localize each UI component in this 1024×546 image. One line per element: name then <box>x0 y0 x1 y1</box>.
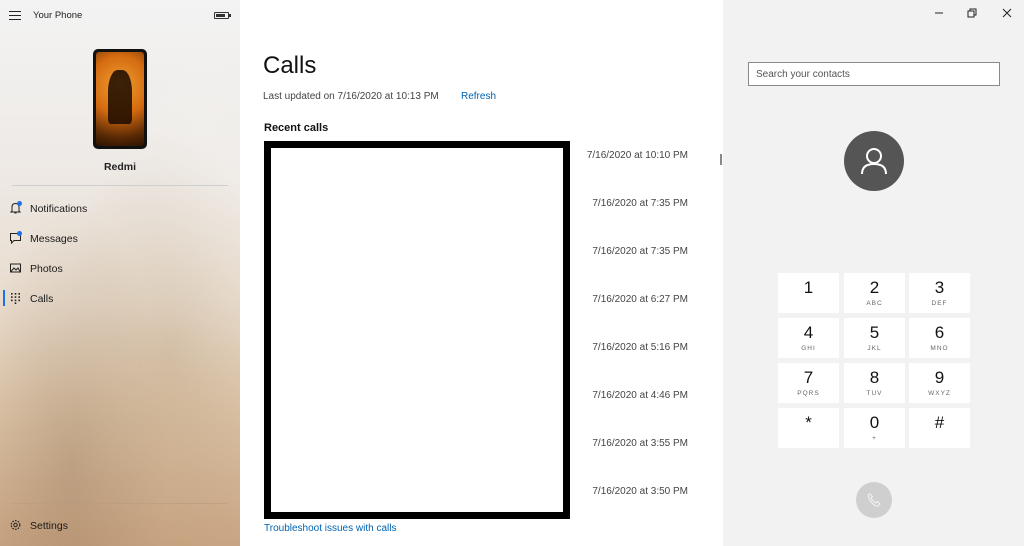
sidebar-item-label: Messages <box>30 233 78 245</box>
sidebar-item-calls[interactable]: Calls <box>0 285 240 311</box>
recent-calls-heading: Recent calls <box>264 122 329 134</box>
dialer-pane: 1 2ABC 3DEF 4GHI 5JKL 6MNO 7PQRS 8TUV 9W… <box>723 0 1024 546</box>
minimize-icon[interactable] <box>928 4 950 22</box>
app-title: Your Phone <box>33 10 83 21</box>
call-time[interactable]: 7/16/2020 at 5:16 PM <box>548 342 688 353</box>
calls-pane: Calls Last updated on 7/16/2020 at 10:13… <box>240 0 723 546</box>
image-icon <box>10 263 21 273</box>
call-time[interactable]: 7/16/2020 at 7:35 PM <box>548 198 688 209</box>
sidebar: Your Phone Redmi Notifications Messages … <box>0 0 240 546</box>
sidebar-item-notifications[interactable]: Notifications <box>0 195 240 221</box>
restore-icon[interactable] <box>961 4 983 22</box>
phone-wallpaper-thumbnail <box>93 49 147 149</box>
search-contacts-input[interactable] <box>748 62 1000 86</box>
dial-key-7[interactable]: 7 PQRS <box>778 363 839 403</box>
dial-key-3[interactable]: 3 DEF <box>909 273 970 313</box>
gear-icon <box>10 520 21 530</box>
sidebar-item-messages[interactable]: Messages <box>0 225 240 251</box>
dial-key-5[interactable]: 5 JKL <box>844 318 905 358</box>
close-icon[interactable] <box>996 4 1018 22</box>
battery-icon <box>214 12 231 19</box>
sidebar-divider-bottom <box>12 503 228 504</box>
dial-key-9[interactable]: 9 WXYZ <box>909 363 970 403</box>
call-time[interactable]: 7/16/2020 at 6:27 PM <box>548 294 688 305</box>
page-title: Calls <box>263 52 317 79</box>
refresh-link[interactable]: Refresh <box>461 91 496 102</box>
call-time[interactable]: 7/16/2020 at 3:50 PM <box>548 486 688 497</box>
sidebar-item-label: Calls <box>30 293 54 305</box>
last-updated-text: Last updated on 7/16/2020 at 10:13 PM <box>263 91 439 102</box>
call-button[interactable] <box>856 482 892 518</box>
dial-key-4[interactable]: 4 GHI <box>778 318 839 358</box>
hamburger-icon[interactable] <box>9 11 21 21</box>
sidebar-divider <box>12 185 228 186</box>
message-badge <box>17 231 22 236</box>
person-icon <box>844 131 904 191</box>
dial-key-2[interactable]: 2 ABC <box>844 273 905 313</box>
call-time[interactable]: 7/16/2020 at 10:10 PM <box>548 150 688 161</box>
dial-key-hash[interactable]: # <box>909 408 970 448</box>
call-time[interactable]: 7/16/2020 at 3:55 PM <box>548 438 688 449</box>
call-time[interactable]: 7/16/2020 at 7:35 PM <box>548 246 688 257</box>
redacted-contacts-box <box>264 141 570 519</box>
phone-icon <box>867 493 881 507</box>
sidebar-item-label: Photos <box>30 263 63 275</box>
dial-key-0[interactable]: 0 + <box>844 408 905 448</box>
dial-key-star[interactable]: * <box>778 408 839 448</box>
scrollbar-thumb[interactable] <box>720 154 722 165</box>
call-time[interactable]: 7/16/2020 at 4:46 PM <box>548 390 688 401</box>
sidebar-item-label: Settings <box>30 520 68 532</box>
dial-key-1[interactable]: 1 <box>778 273 839 313</box>
dial-key-6[interactable]: 6 MNO <box>909 318 970 358</box>
dial-key-8[interactable]: 8 TUV <box>844 363 905 403</box>
notification-badge <box>17 201 22 206</box>
keypad-icon <box>11 293 20 304</box>
sidebar-item-settings[interactable]: Settings <box>0 512 240 538</box>
sidebar-item-photos[interactable]: Photos <box>0 255 240 281</box>
troubleshoot-link[interactable]: Troubleshoot issues with calls <box>264 523 396 534</box>
sidebar-item-label: Notifications <box>30 203 88 215</box>
app-bar: Your Phone <box>0 0 240 32</box>
device-name: Redmi <box>103 161 137 173</box>
